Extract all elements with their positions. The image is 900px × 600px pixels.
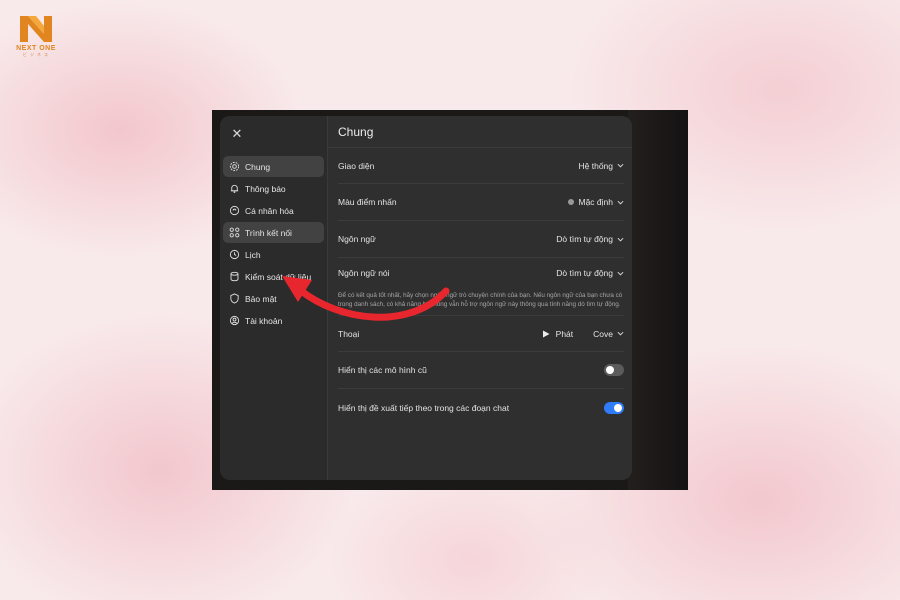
accent-color-row: Màu điểm nhấn Mặc định (338, 184, 624, 221)
legacy-models-toggle[interactable] (604, 364, 624, 377)
settings-content: Chung Giao diện Hệ thống Màu điểm nhấn M… (328, 116, 632, 480)
chevron-down-icon (617, 271, 624, 275)
bell-icon (229, 183, 240, 194)
sidebar-item-account[interactable]: Tài khoản (223, 310, 324, 331)
sidebar-item-label: Thông báo (245, 183, 286, 194)
sidebar-item-label: Trình kết nối (245, 227, 292, 238)
language-value: Dò tìm tự động (556, 234, 613, 244)
legacy-models-label: Hiển thị các mô hình cũ (338, 365, 427, 376)
sidebar-item-security[interactable]: Bảo mật (223, 288, 324, 309)
follow-up-suggestions-label: Hiển thị đề xuất tiếp theo trong các đoạ… (338, 402, 510, 413)
sidebar-item-data-controls[interactable]: Kiểm soát dữ liệu (223, 266, 324, 287)
play-voice-label: Phát (555, 328, 574, 339)
sidebar-item-personalization[interactable]: Cá nhân hóa (223, 200, 324, 221)
theme-label: Giao diện (338, 160, 375, 171)
voice-label: Thoại (338, 328, 360, 339)
sidebar-item-label: Tài khoản (245, 315, 283, 326)
shield-icon (229, 293, 240, 304)
chevron-down-icon (617, 163, 624, 168)
user-icon (229, 315, 240, 326)
backdrop-shade (628, 110, 688, 490)
connector-icon (229, 227, 240, 238)
play-icon (542, 330, 550, 338)
spoken-language-hint: Để có kết quả tốt nhất, hãy chọn ngôn ng… (338, 288, 624, 317)
chevron-down-icon (617, 237, 624, 241)
logo-brand-name: NEXT ONE (16, 45, 56, 52)
accent-color-dropdown[interactable]: Mặc định (567, 197, 625, 207)
screenshot-frame: ✕ Chung Thông báo Cá nhân hóa Trình kết … (212, 110, 688, 490)
chevron-down-icon (617, 200, 624, 204)
language-label: Ngôn ngữ (338, 234, 376, 244)
spoken-language-dropdown[interactable]: Dò tìm tự động (556, 268, 624, 278)
settings-dialog: ✕ Chung Thông báo Cá nhân hóa Trình kết … (220, 116, 632, 480)
language-row: Ngôn ngữ Dò tìm tự động (338, 221, 624, 258)
gear-icon (229, 161, 240, 172)
voice-row: Thoại Phát Cove (338, 316, 624, 353)
toggle-knob (606, 366, 614, 375)
close-button[interactable]: ✕ (227, 124, 247, 144)
spoken-language-value: Dò tìm tự động (556, 268, 613, 278)
language-dropdown[interactable]: Dò tìm tự động (556, 234, 624, 244)
page-title: Chung (328, 116, 632, 148)
follow-up-suggestions-row: Hiển thị đề xuất tiếp theo trong các đoạ… (338, 389, 624, 426)
follow-up-suggestions-toggle[interactable] (604, 401, 624, 414)
spoken-language-row: Ngôn ngữ nói Dò tìm tự động (338, 258, 624, 288)
database-icon (229, 271, 240, 282)
sidebar-item-notifications[interactable]: Thông báo (223, 178, 324, 199)
settings-sidebar: ✕ Chung Thông báo Cá nhân hóa Trình kết … (220, 116, 328, 480)
theme-value: Hệ thống (578, 160, 614, 171)
voice-controls: Phát Cove (542, 329, 624, 339)
accent-color-label: Màu điểm nhấn (338, 197, 397, 207)
theme-row: Giao diện Hệ thống (338, 148, 624, 184)
toggle-knob (614, 403, 622, 412)
play-voice-button[interactable]: Phát (542, 328, 574, 339)
accent-color-value: Mặc định (578, 197, 614, 207)
logo-tagline: ビ ジ ネ ス (22, 52, 50, 57)
sidebar-item-label: Lịch (245, 249, 261, 260)
accent-color-swatch (567, 199, 574, 205)
personalize-icon (229, 205, 240, 216)
sidebar-item-general[interactable]: Chung (223, 156, 324, 177)
sidebar-item-label: Cá nhân hóa (245, 205, 294, 216)
theme-dropdown[interactable]: Hệ thống (579, 161, 625, 171)
chevron-down-icon (617, 332, 624, 336)
next-one-logo: NEXT ONE ビ ジ ネ ス (10, 12, 62, 62)
sidebar-item-connectors[interactable]: Trình kết nối (223, 222, 324, 243)
spoken-language-label: Ngôn ngữ nói (338, 268, 390, 278)
voice-value: Cove (593, 328, 613, 339)
legacy-models-row: Hiển thị các mô hình cũ (338, 352, 624, 390)
logo-mark-icon (20, 16, 52, 42)
sidebar-item-schedule[interactable]: Lịch (223, 244, 324, 265)
close-icon: ✕ (231, 126, 243, 141)
sidebar-item-label: Bảo mật (245, 293, 277, 304)
voice-dropdown[interactable]: Cove (593, 329, 624, 339)
sidebar-item-label: Chung (245, 161, 271, 172)
clock-icon (229, 249, 240, 260)
sidebar-item-label: Kiểm soát dữ liệu (245, 271, 312, 282)
